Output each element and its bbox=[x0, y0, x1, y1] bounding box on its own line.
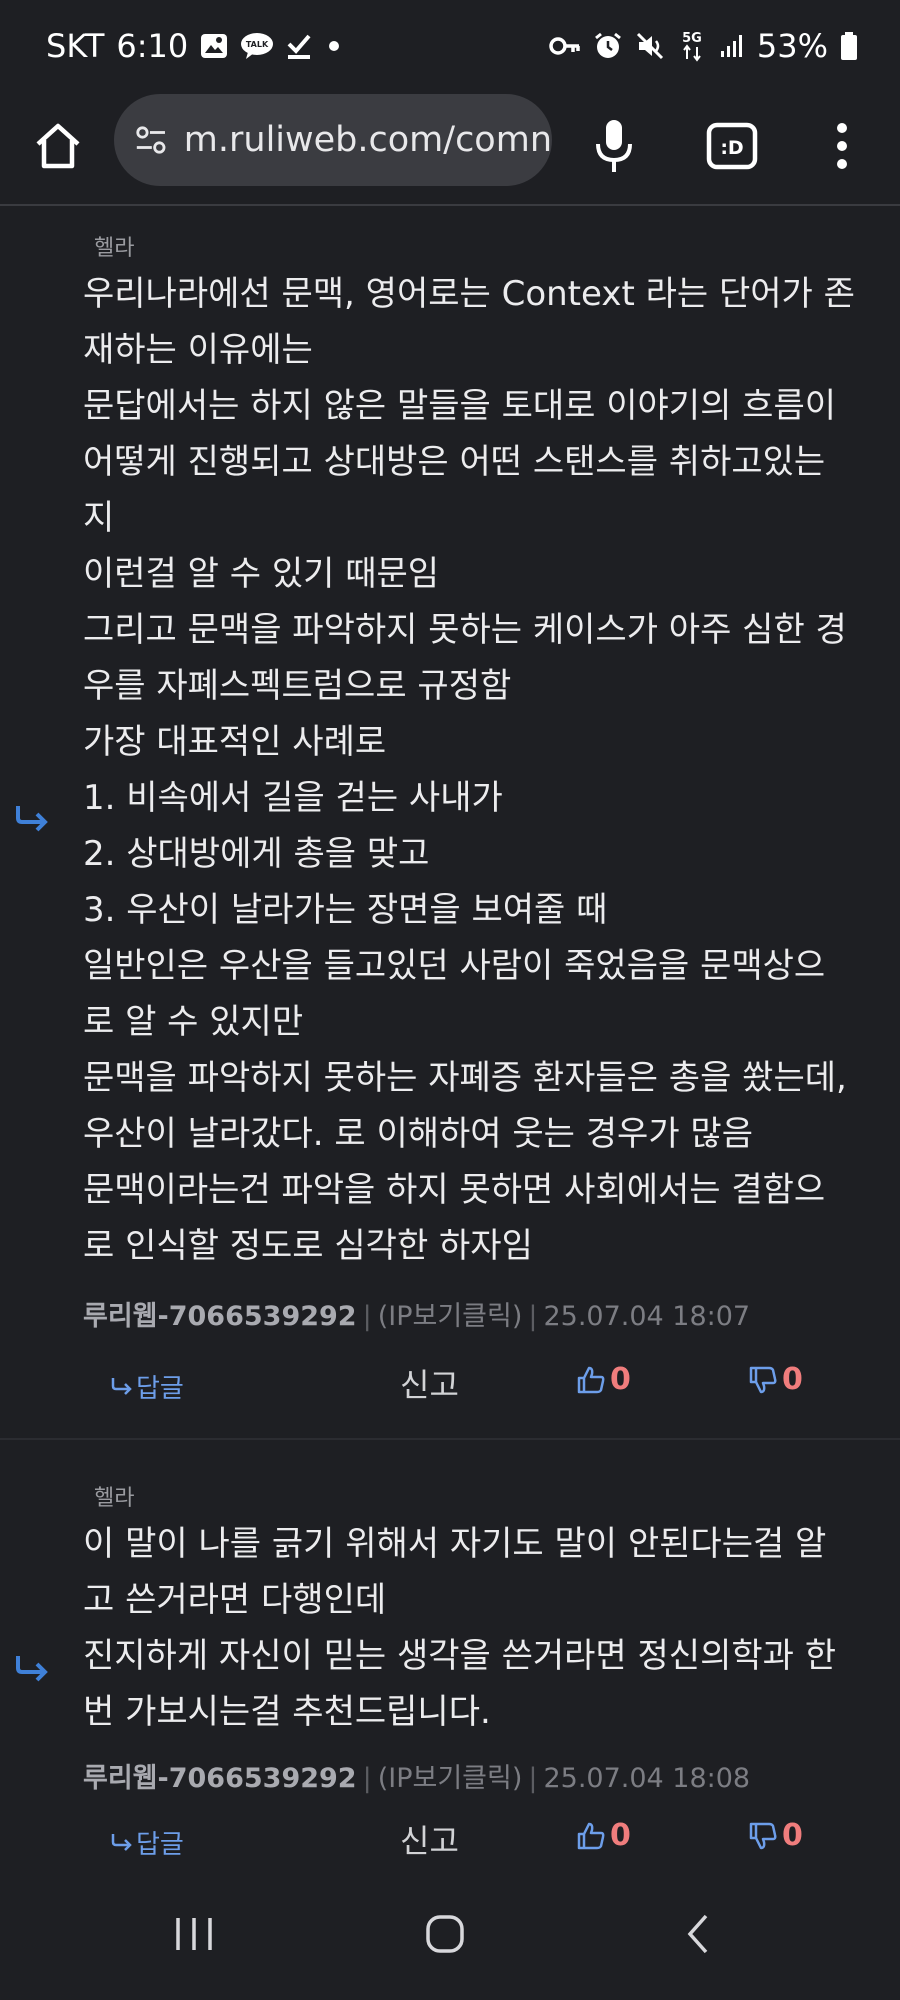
site-settings-icon[interactable] bbox=[134, 122, 168, 158]
comment-line: 지 bbox=[83, 498, 115, 538]
dislike-button[interactable]: 0 bbox=[748, 1818, 803, 1853]
comment-line: 문답에서는 하지 않은 말들을 토대로 이야기의 흐름이 bbox=[83, 386, 837, 426]
back-icon bbox=[687, 1914, 708, 1954]
microphone-icon bbox=[596, 120, 632, 172]
report-button[interactable]: 신고 bbox=[400, 1360, 459, 1406]
tabs-button[interactable]: :D bbox=[706, 122, 758, 170]
comment-line: 우를 자폐스펙트럼으로 규정함 bbox=[83, 666, 512, 706]
voice-search-button[interactable] bbox=[592, 116, 636, 176]
task-done-icon bbox=[286, 32, 312, 60]
status-bar: SKT 6:10 TALK 5G 53% bbox=[0, 0, 900, 92]
nav-home-button[interactable] bbox=[424, 1914, 468, 1954]
like-button[interactable]: 0 bbox=[576, 1362, 631, 1397]
comment-line: 번 가보시는걸 추천드립니다. bbox=[83, 1692, 491, 1732]
address-bar[interactable]: m.ruliweb.com/comn bbox=[114, 94, 552, 186]
url-text[interactable]: m.ruliweb.com/comn bbox=[184, 120, 552, 160]
comment-line: 이런걸 알 수 있기 때문임 bbox=[83, 554, 440, 594]
comment-line: 일반인은 우산을 들고있던 사람이 죽었음을 문맥상으 bbox=[83, 946, 826, 986]
comment-author[interactable]: 루리웹-7066539292 bbox=[83, 1301, 357, 1332]
thumbs-up-icon bbox=[577, 1822, 605, 1849]
comment-line: 로 알 수 있지만 bbox=[83, 1002, 304, 1042]
comment-line: 진지하게 자신이 믿는 생각을 쓴거라면 정신의학과 한 bbox=[83, 1636, 837, 1676]
network-5g-icon: 5G bbox=[677, 29, 707, 63]
comment-date: 25.07.04 18:08 bbox=[543, 1763, 751, 1794]
nav-back-button[interactable] bbox=[682, 1912, 712, 1956]
reply-button[interactable]: 답글 bbox=[110, 1368, 184, 1405]
comment-line: 1. 비속에서 길을 걷는 사내가 bbox=[83, 778, 503, 818]
comment-date: 25.07.04 18:07 bbox=[543, 1301, 751, 1332]
comment-body: 우리나라에선 문맥, 영어로는 Context 라는 단어가 존 재하는 이유에… bbox=[83, 266, 873, 1274]
reply-label: 답글 bbox=[136, 1830, 184, 1860]
home-icon bbox=[36, 123, 80, 169]
reply-arrow-icon bbox=[16, 806, 48, 832]
dislike-button[interactable]: 0 bbox=[748, 1362, 803, 1397]
comment-line: 어떻게 진행되고 상대방은 어떤 스탠스를 취하고있는 bbox=[83, 442, 826, 482]
talk-badge: TALK bbox=[246, 40, 269, 49]
like-count: 0 bbox=[610, 1818, 631, 1853]
recent-apps-button[interactable] bbox=[172, 1914, 216, 1954]
dislike-count: 0 bbox=[782, 1362, 803, 1397]
comment-author[interactable]: 루리웹-7066539292 bbox=[83, 1763, 357, 1794]
thumbs-down-icon bbox=[749, 1822, 777, 1849]
key-icon bbox=[549, 35, 581, 57]
system-nav-bar bbox=[0, 1880, 900, 2000]
browser-toolbar: m.ruliweb.com/comn :D bbox=[0, 92, 900, 206]
signal-icon bbox=[719, 33, 745, 59]
home-button[interactable] bbox=[30, 118, 86, 174]
ip-view-link[interactable]: (IP보기클릭) bbox=[378, 1763, 523, 1794]
thumbs-up-icon bbox=[577, 1366, 605, 1393]
comment-line: 그리고 문맥을 파악하지 못하는 케이스가 아주 심한 경 bbox=[83, 610, 847, 650]
tabs-icon: :D bbox=[706, 122, 758, 170]
battery-percent: 53% bbox=[756, 27, 828, 65]
reply-button[interactable]: 답글 bbox=[110, 1824, 184, 1861]
comment-meta: 루리웹-7066539292 | (IP보기클릭) | 25.07.04 18:07 bbox=[83, 1301, 751, 1332]
recent-apps-icon bbox=[176, 1918, 212, 1950]
comment-line: 가장 대표적인 사례로 bbox=[83, 722, 387, 762]
comment-actions: 답글 신고 0 0 bbox=[0, 1354, 900, 1414]
comment-line: 문맥을 파악하지 못하는 자폐증 환자들은 총을 쐈는데, bbox=[83, 1058, 847, 1098]
thumbs-down-icon bbox=[749, 1366, 777, 1393]
more-menu-button[interactable] bbox=[830, 118, 854, 174]
comment-line: 고 쓴거라면 다행인데 bbox=[83, 1580, 387, 1620]
comment-line: 우리나라에선 문맥, 영어로는 Context 라는 단어가 존 bbox=[83, 274, 855, 314]
comment-line: 재하는 이유에는 bbox=[83, 330, 313, 370]
report-button[interactable]: 신고 bbox=[400, 1816, 459, 1862]
like-count: 0 bbox=[610, 1362, 631, 1397]
more-vert-icon bbox=[837, 123, 847, 169]
ip-view-link[interactable]: (IP보기클릭) bbox=[378, 1301, 523, 1332]
reply-arrow-icon bbox=[16, 1656, 48, 1682]
comment-meta: 루리웹-7066539292 | (IP보기클릭) | 25.07.04 18:08 bbox=[83, 1763, 751, 1794]
like-button[interactable]: 0 bbox=[576, 1818, 631, 1853]
mute-icon bbox=[635, 31, 665, 61]
reply-small-icon bbox=[111, 1833, 132, 1851]
comment-line: 우산이 날라갔다. 로 이해하여 웃는 경우가 많음 bbox=[83, 1114, 753, 1154]
reply-small-icon bbox=[111, 1377, 132, 1395]
reply-target-user[interactable]: 헬라 bbox=[94, 1480, 134, 1512]
notification-dot-icon bbox=[324, 36, 344, 56]
clock: 6:10 bbox=[116, 27, 189, 65]
battery-icon bbox=[840, 31, 858, 61]
comment-divider bbox=[0, 1438, 900, 1440]
dislike-count: 0 bbox=[782, 1818, 803, 1853]
alarm-icon bbox=[593, 31, 623, 61]
reply-label: 답글 bbox=[136, 1374, 184, 1404]
comment-line: 3. 우산이 날라가는 장면을 보여줄 때 bbox=[83, 890, 608, 930]
comment-line: 로 인식할 정도로 심각한 하자임 bbox=[83, 1226, 533, 1266]
nav-home-icon bbox=[426, 1915, 464, 1953]
comment-actions: 답글 신고 0 0 bbox=[0, 1810, 900, 1870]
carrier-label: SKT bbox=[46, 27, 105, 65]
reply-target-user[interactable]: 헬라 bbox=[94, 230, 134, 262]
comment-line: 2. 상대방에게 총을 맞고 bbox=[83, 834, 430, 874]
kakaotalk-icon: TALK bbox=[240, 32, 274, 60]
gallery-icon bbox=[200, 33, 228, 59]
comment-body: 이 말이 나를 긁기 위해서 자기도 말이 안된다는걸 알 고 쓴거라면 다행인… bbox=[83, 1516, 873, 1740]
comment-line: 문맥이라는건 파악을 하지 못하면 사회에서는 결함으 bbox=[83, 1170, 826, 1210]
tabs-label: :D bbox=[720, 137, 743, 159]
network-label: 5G bbox=[682, 31, 702, 46]
comment-line: 이 말이 나를 긁기 위해서 자기도 말이 안된다는걸 알 bbox=[83, 1524, 827, 1564]
